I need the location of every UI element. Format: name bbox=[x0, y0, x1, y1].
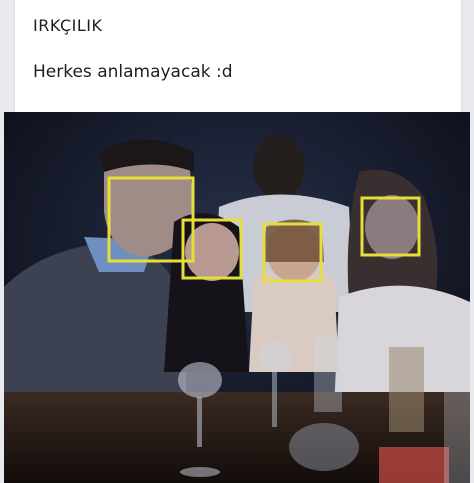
post-text[interactable]: Herkes anlamayacak :d bbox=[33, 62, 233, 82]
group-photo-image bbox=[4, 112, 470, 483]
post-photo[interactable] bbox=[4, 112, 470, 483]
post-title: IRKÇILIK bbox=[33, 16, 103, 35]
post-card: IRKÇILIK Herkes anlamayacak :d bbox=[14, 0, 462, 112]
